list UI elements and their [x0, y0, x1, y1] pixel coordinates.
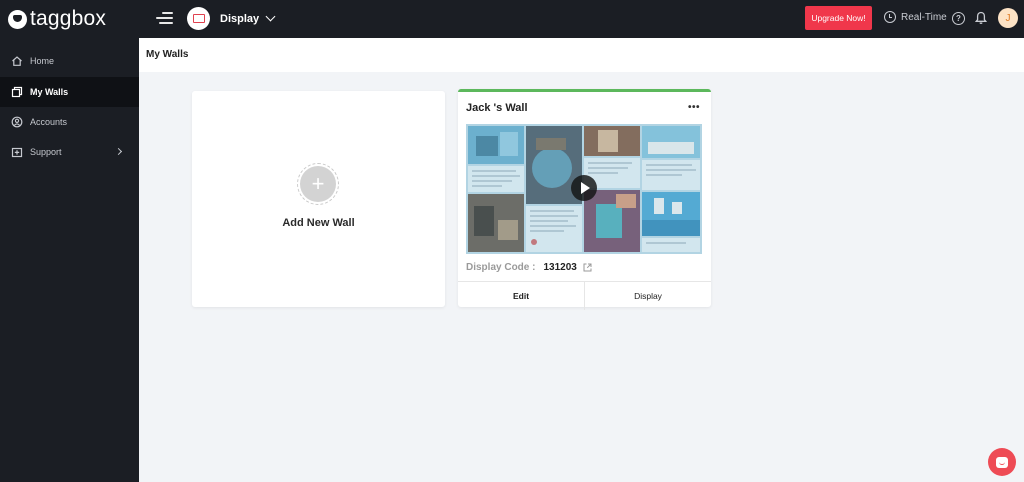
- display-wall-button[interactable]: Display: [585, 282, 711, 310]
- user-avatar[interactable]: J: [998, 8, 1018, 28]
- display-switcher-label: Display: [220, 12, 260, 25]
- home-icon: [12, 56, 22, 66]
- sidebar-item-label: Support: [30, 147, 62, 157]
- page-title: My Walls: [146, 49, 189, 60]
- chat-launcher-button[interactable]: [988, 448, 1016, 476]
- walls-icon: [11, 86, 23, 98]
- support-icon: [11, 147, 23, 158]
- bell-icon[interactable]: [975, 11, 987, 25]
- wall-card: Jack 's Wall ••• Display Code: 131203 E…: [458, 89, 711, 310]
- top-bar: taggbox Display Upgrade Now! Real-Time ?…: [0, 0, 1024, 38]
- chevron-down-icon: [265, 11, 276, 22]
- clock-icon: [884, 11, 896, 23]
- sidebar-item-my-walls[interactable]: My Walls: [0, 77, 139, 107]
- display-icon: [187, 7, 210, 30]
- wall-title: Jack 's Wall: [466, 102, 528, 114]
- display-code-row: Display Code : 131203: [466, 262, 592, 273]
- logo-text: taggbox: [30, 7, 107, 30]
- real-time-button[interactable]: Real-Time: [884, 11, 947, 23]
- display-switcher[interactable]: Display: [187, 7, 276, 30]
- sidebar-item-label: Home: [30, 56, 55, 66]
- page-header: My Walls: [139, 38, 1024, 72]
- add-wall-circle: +: [297, 163, 339, 205]
- upgrade-now-button[interactable]: Upgrade Now!: [805, 6, 872, 30]
- sidebar-item-label: My Walls: [30, 87, 69, 97]
- edit-wall-button[interactable]: Edit: [458, 282, 585, 310]
- logo-icon: [8, 9, 27, 29]
- display-code-value: 131203: [543, 262, 577, 273]
- taggbox-logo[interactable]: taggbox: [8, 8, 106, 30]
- sidebar-item-home[interactable]: Home: [0, 46, 139, 76]
- sidebar-item-label: Accounts: [30, 117, 68, 127]
- add-new-wall-label: Add New Wall: [282, 217, 355, 229]
- plus-icon: +: [300, 166, 336, 202]
- real-time-label: Real-Time: [901, 11, 947, 23]
- accounts-icon: [11, 116, 23, 128]
- play-icon[interactable]: [571, 175, 597, 201]
- more-options-icon[interactable]: •••: [688, 103, 700, 114]
- menu-toggle-icon[interactable]: [155, 11, 173, 26]
- sidebar-item-accounts[interactable]: Accounts: [0, 107, 139, 137]
- add-new-wall-card[interactable]: + Add New Wall: [192, 91, 445, 307]
- help-icon[interactable]: ?: [952, 12, 965, 25]
- external-link-icon[interactable]: [583, 263, 592, 272]
- chevron-right-icon: [114, 147, 123, 156]
- wall-card-actions: Edit Display: [458, 281, 711, 310]
- wall-preview[interactable]: [466, 124, 702, 254]
- chat-icon: [996, 456, 1008, 468]
- sidebar: Home My Walls Accounts Support: [0, 38, 139, 482]
- display-code-label: Display Code :: [466, 262, 536, 273]
- sidebar-item-support[interactable]: Support: [0, 137, 139, 167]
